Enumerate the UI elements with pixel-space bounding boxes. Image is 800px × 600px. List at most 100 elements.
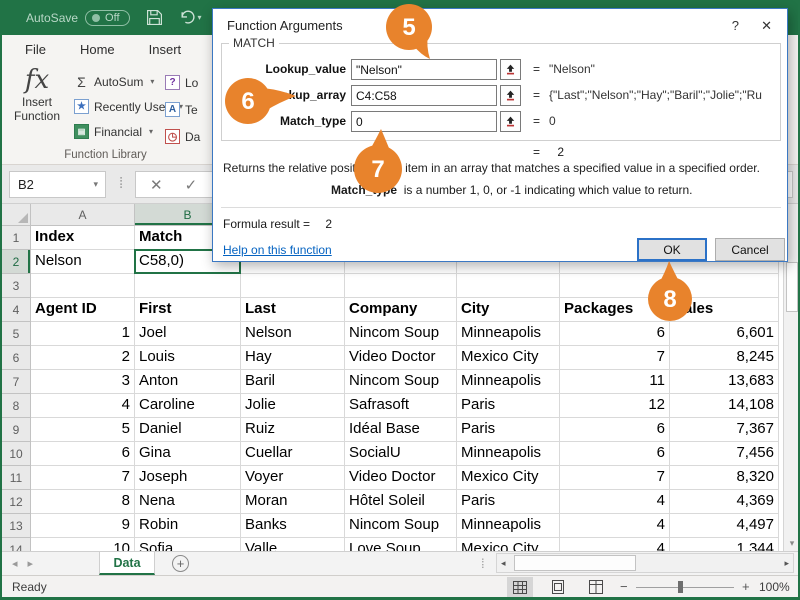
cell-A8[interactable]: 4 [31, 394, 135, 418]
sheet-tab-data[interactable]: Data [99, 552, 155, 575]
cancel-entry-icon[interactable]: ✕ [150, 176, 163, 194]
cell-E13[interactable]: Minneapolis [457, 514, 560, 538]
cell-C8[interactable]: Jolie [241, 394, 345, 418]
cell-F11[interactable]: 7 [560, 466, 670, 490]
cell-C11[interactable]: Voyer [241, 466, 345, 490]
row-header-1[interactable]: 1 [2, 226, 31, 250]
cell-G13[interactable]: 4,497 [670, 514, 779, 538]
cell-G11[interactable]: 8,320 [670, 466, 779, 490]
row-header-12[interactable]: 12 [2, 490, 31, 514]
cell-D12[interactable]: Hôtel Soleil [345, 490, 457, 514]
tab-file[interactable]: File [8, 42, 63, 57]
save-icon[interactable] [146, 9, 163, 26]
cell-A4[interactable]: Agent ID [31, 298, 135, 322]
zoom-in-button[interactable]: + [742, 579, 750, 594]
cell-B4[interactable]: First [135, 298, 241, 322]
scroll-right-icon[interactable]: ▸ [784, 558, 789, 569]
drag-handle-icon[interactable]: ⁞ [119, 175, 123, 192]
cell-G6[interactable]: 8,245 [670, 346, 779, 370]
cell-D8[interactable]: Safrasoft [345, 394, 457, 418]
cell-B11[interactable]: Joseph [135, 466, 241, 490]
row-header-14[interactable]: 14 [2, 538, 31, 551]
drag-handle-icon[interactable]: ⁞ [481, 556, 485, 571]
cell-B10[interactable]: Gina [135, 442, 241, 466]
insert-function-button[interactable]: fx Insert Function [6, 65, 68, 123]
cell-C12[interactable]: Moran [241, 490, 345, 514]
cell-F8[interactable]: 12 [560, 394, 670, 418]
cell-D6[interactable]: Video Doctor [345, 346, 457, 370]
logical-button[interactable]: ? Lo [165, 69, 200, 96]
cell-E3[interactable] [457, 274, 560, 298]
cell-E5[interactable]: Minneapolis [457, 322, 560, 346]
cell-B8[interactable]: Caroline [135, 394, 241, 418]
cell-D5[interactable]: Nincom Soup [345, 322, 457, 346]
cell-G9[interactable]: 7,367 [670, 418, 779, 442]
cell-E12[interactable]: Paris [457, 490, 560, 514]
help-on-function-link[interactable]: Help on this function [223, 243, 332, 257]
cell-A9[interactable]: 5 [31, 418, 135, 442]
cell-D11[interactable]: Video Doctor [345, 466, 457, 490]
row-header-8[interactable]: 8 [2, 394, 31, 418]
new-sheet-button[interactable]: + [172, 555, 189, 572]
row-header-4[interactable]: 4 [2, 298, 31, 322]
row-header-10[interactable]: 10 [2, 442, 31, 466]
cell-C5[interactable]: Nelson [241, 322, 345, 346]
text-button[interactable]: A Te [165, 96, 200, 123]
cell-E7[interactable]: Minneapolis [457, 370, 560, 394]
enter-entry-icon[interactable]: ✓ [185, 176, 198, 194]
cell-B5[interactable]: Joel [135, 322, 241, 346]
lookup-array-input[interactable] [351, 85, 497, 106]
scroll-left-icon[interactable]: ◂ [501, 558, 506, 569]
cell-F13[interactable]: 4 [560, 514, 670, 538]
zoom-slider-thumb[interactable] [678, 581, 683, 593]
cell-B13[interactable]: Robin [135, 514, 241, 538]
horizontal-scrollbar[interactable]: ◂ ▸ [496, 553, 794, 573]
cell-A11[interactable]: 7 [31, 466, 135, 490]
cell-E4[interactable]: City [457, 298, 560, 322]
cell-B7[interactable]: Anton [135, 370, 241, 394]
cell-A7[interactable]: 3 [31, 370, 135, 394]
cell-A6[interactable]: 2 [31, 346, 135, 370]
hscroll-thumb[interactable] [514, 555, 636, 571]
select-all-corner[interactable] [2, 204, 31, 226]
undo-icon[interactable]: ▾ [179, 9, 202, 26]
cell-A2[interactable]: Nelson [31, 250, 135, 274]
row-header-5[interactable]: 5 [2, 322, 31, 346]
cell-C4[interactable]: Last [241, 298, 345, 322]
name-box[interactable]: B2 ▾ [9, 171, 106, 198]
cell-D13[interactable]: Nincom Soup [345, 514, 457, 538]
dialog-help-icon[interactable]: ? [732, 18, 739, 33]
cell-C3[interactable] [241, 274, 345, 298]
cell-F5[interactable]: 6 [560, 322, 670, 346]
cell-B6[interactable]: Louis [135, 346, 241, 370]
cell-E11[interactable]: Mexico City [457, 466, 560, 490]
cell-A13[interactable]: 9 [31, 514, 135, 538]
cell-G7[interactable]: 13,683 [670, 370, 779, 394]
cancel-button[interactable]: Cancel [715, 238, 785, 261]
cell-C14[interactable]: Valle [241, 538, 345, 551]
cell-F7[interactable]: 11 [560, 370, 670, 394]
zoom-slider-track[interactable] [636, 587, 734, 588]
cell-E14[interactable]: Mexico City [457, 538, 560, 551]
cell-F9[interactable]: 6 [560, 418, 670, 442]
cell-G12[interactable]: 4,369 [670, 490, 779, 514]
cell-D9[interactable]: Idéal Base [345, 418, 457, 442]
tab-home[interactable]: Home [63, 42, 132, 57]
cell-G5[interactable]: 6,601 [670, 322, 779, 346]
cell-G8[interactable]: 14,108 [670, 394, 779, 418]
row-header-13[interactable]: 13 [2, 514, 31, 538]
row-header-9[interactable]: 9 [2, 418, 31, 442]
cell-C13[interactable]: Banks [241, 514, 345, 538]
row-header-6[interactable]: 6 [2, 346, 31, 370]
scroll-down-icon[interactable]: ▾ [784, 538, 800, 549]
cell-D7[interactable]: Nincom Soup [345, 370, 457, 394]
cell-A14[interactable]: 10 [31, 538, 135, 551]
cell-B14[interactable]: Sofia [135, 538, 241, 551]
cell-D10[interactable]: SocialU [345, 442, 457, 466]
cell-E8[interactable]: Paris [457, 394, 560, 418]
cell-D14[interactable]: Love Soup [345, 538, 457, 551]
cell-C10[interactable]: Cuellar [241, 442, 345, 466]
row-header-7[interactable]: 7 [2, 370, 31, 394]
chevron-down-icon[interactable]: ▾ [93, 179, 105, 190]
cell-G14[interactable]: 1,344 [670, 538, 779, 551]
